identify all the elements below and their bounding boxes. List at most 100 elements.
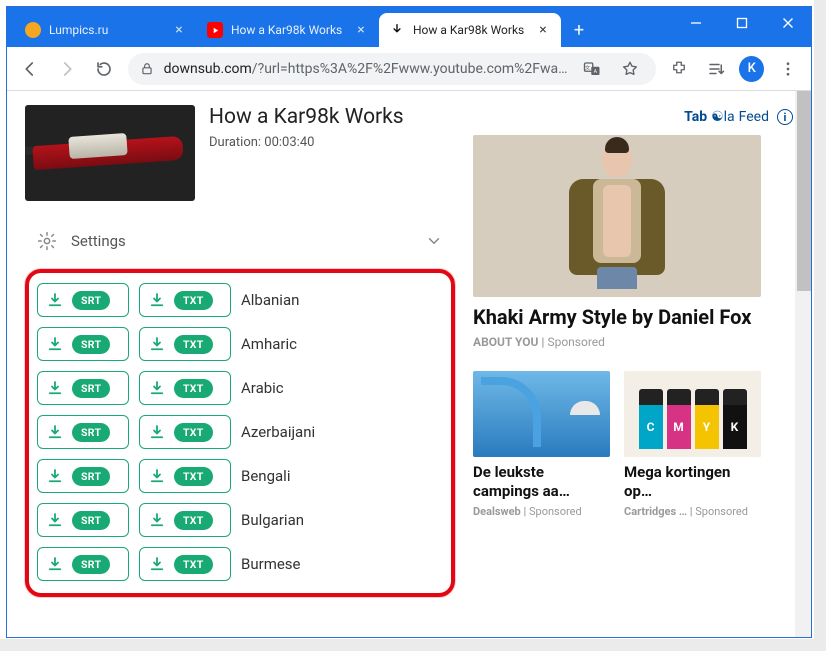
window-close-button[interactable] [765,7,811,39]
chevron-down-icon [425,232,443,250]
ad-image [473,135,761,297]
reading-list-icon[interactable] [702,55,729,83]
download-txt-button[interactable]: TXT [139,415,231,449]
video-header: How a Kar98k Works Duration: 00:03:40 [25,105,455,201]
viewport: How a Kar98k Works Duration: 00:03:40 Se… [7,91,811,637]
video-thumbnail[interactable] [25,105,195,201]
txt-pill: TXT [174,291,213,310]
ad-card-small[interactable]: CMYKMega kortingen op…Cartridges … | Spo… [624,371,761,518]
gear-icon [37,231,57,251]
txt-pill: TXT [174,511,213,530]
language-name: Albanian [241,291,299,309]
srt-pill: SRT [72,291,110,310]
url-text: downsub.com/?url=https%3A%2F%2Fwww.youtu… [164,61,568,77]
window-controls [673,7,811,39]
download-txt-button[interactable]: TXT [139,371,231,405]
minimize-button[interactable] [673,7,719,39]
download-txt-button[interactable]: TXT [139,503,231,537]
ad-card-small[interactable]: De leukste campings aa…Dealsweb | Sponso… [473,371,610,518]
info-icon[interactable]: i [777,109,793,125]
download-srt-button[interactable]: SRT [37,371,129,405]
srt-pill: SRT [72,467,110,486]
srt-pill: SRT [72,511,110,530]
taboola-header: Tab☯la Feed i [473,109,793,125]
browser-tab[interactable]: Lumpics.ru × [15,13,197,47]
txt-pill: TXT [174,467,213,486]
download-icon [46,555,64,573]
txt-pill: TXT [174,555,213,574]
scrollbar-thumb[interactable] [797,91,811,291]
download-icon [148,291,166,309]
ad-title: Mega kortingen op… [624,463,761,501]
download-srt-button[interactable]: SRT [37,283,129,317]
download-txt-button[interactable]: TXT [139,283,231,317]
tab-title: How a Kar98k Works [231,23,345,37]
titlebar: Lumpics.ru×How a Kar98k Works×How a Kar9… [7,7,811,47]
close-tab-icon[interactable]: × [353,22,369,38]
download-icon [46,467,64,485]
language-name: Arabic [241,379,284,397]
language-name: Azerbaijani [241,423,315,441]
translate-icon[interactable]: 文A [578,55,606,83]
download-icon [46,511,64,529]
ad-title: Khaki Army Style by Daniel Fox [473,305,793,329]
tab-strip: Lumpics.ru×How a Kar98k Works×How a Kar9… [7,11,561,47]
srt-pill: SRT [72,379,110,398]
profile-avatar[interactable]: K [739,56,764,82]
txt-pill: TXT [174,423,213,442]
download-icon [46,379,64,397]
new-tab-button[interactable]: + [565,16,593,44]
language-row: SRT TXT Bengali [37,459,443,493]
page-content: How a Kar98k Works Duration: 00:03:40 Se… [7,91,811,637]
language-row: SRT TXT Bulgarian [37,503,443,537]
kebab-menu-icon[interactable] [774,55,801,83]
download-txt-button[interactable]: TXT [139,327,231,361]
maximize-button[interactable] [719,7,765,39]
srt-pill: SRT [72,423,110,442]
srt-pill: SRT [72,555,110,574]
forward-button[interactable] [54,55,81,83]
vertical-scrollbar[interactable] [795,91,811,637]
language-row: SRT TXT Arabic [37,371,443,405]
tab-title: How a Kar98k Works [413,23,527,37]
language-row: SRTTXTBurmese [37,547,443,581]
video-duration: Duration: 00:03:40 [209,135,404,150]
tab-title: Lumpics.ru [49,23,163,37]
language-row: SRT TXT Albanian [37,283,443,317]
back-button[interactable] [17,55,44,83]
ad-source: ABOUT YOU | Sponsored [473,335,793,349]
ad-image [473,371,610,457]
site-icon [25,22,41,38]
download-txt-button[interactable]: TXT [139,547,231,581]
download-srt-button[interactable]: SRT [37,459,129,493]
download-icon [46,291,64,309]
left-column: How a Kar98k Works Duration: 00:03:40 Se… [25,105,455,597]
download-srt-button[interactable]: SRT [37,547,129,581]
txt-pill: TXT [174,379,213,398]
bookmark-star-icon[interactable] [616,55,644,83]
language-name: Bengali [241,467,290,485]
language-name: Bulgarian [241,511,304,529]
settings-toggle[interactable]: Settings [25,219,455,263]
download-icon [148,555,166,573]
close-tab-icon[interactable]: × [535,22,551,38]
reload-button[interactable] [91,55,118,83]
download-txt-button[interactable]: TXT [139,459,231,493]
download-icon [148,511,166,529]
close-tab-icon[interactable]: × [171,22,187,38]
download-srt-button[interactable]: SRT [37,327,129,361]
taboola-feed: Tab☯la Feed i Khaki Army Style by Daniel… [473,105,793,597]
download-icon [148,335,166,353]
download-srt-button[interactable]: SRT [37,503,129,537]
ad-image: CMYK [624,371,761,457]
browser-tab[interactable]: How a Kar98k Works × [197,13,379,47]
address-bar[interactable]: downsub.com/?url=https%3A%2F%2Fwww.youtu… [128,53,656,85]
language-row: SRT TXT Azerbaijani [37,415,443,449]
ad-card-main[interactable]: Khaki Army Style by Daniel Fox ABOUT YOU… [473,135,793,349]
download-icon [148,379,166,397]
browser-tab[interactable]: How a Kar98k Works × [379,13,561,47]
extensions-icon[interactable] [666,55,693,83]
settings-label: Settings [71,232,126,250]
download-icon [148,467,166,485]
download-srt-button[interactable]: SRT [37,415,129,449]
